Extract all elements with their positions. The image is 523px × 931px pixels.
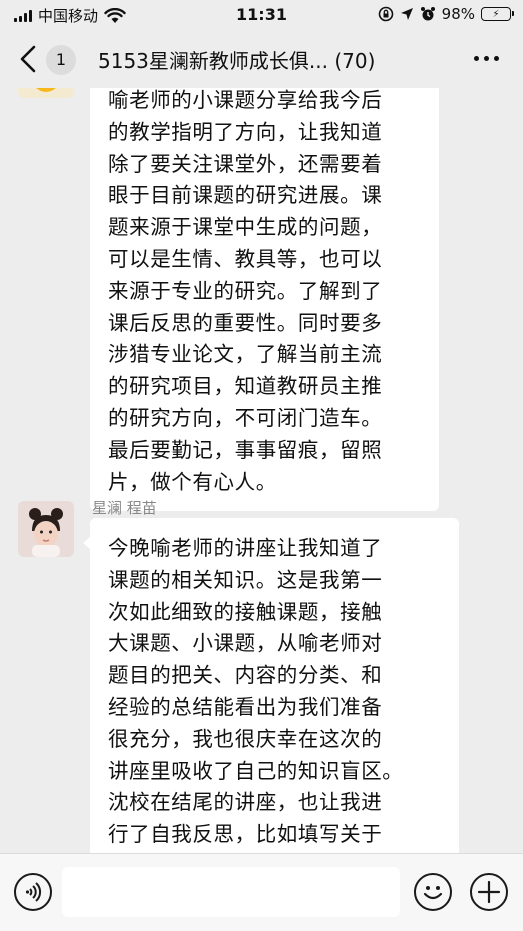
message-text-line: 的教学指明了方向，让我知道 — [108, 119, 383, 144]
message-bubble[interactable]: 喻老师的小课题分享给我今后 的教学指明了方向，让我知道 除了要关注课堂外，还需要着眼… — [90, 88, 439, 512]
message-text-line: 眼于目前课题的研究进展。课 — [108, 183, 383, 208]
message-text-line: 课题的相关知识。这是我第一 — [108, 567, 383, 592]
child-avatar-image — [18, 501, 74, 557]
message-bubble[interactable]: 今晚喻老师的讲座让我知道了 课题的相关知识。这是我第一 次如此细致的接触课题，接触大… — [83, 518, 459, 853]
message-text-line: 片，做个有心人。 — [108, 469, 277, 494]
status-bar: 中国移动 11:31 98% ⚡ — [0, 0, 523, 30]
message-text-line: 最后要勤记，事事留痕，留照 — [108, 437, 383, 462]
orientation-lock-icon — [378, 6, 393, 22]
input-bar — [0, 853, 523, 931]
message-text-line: 喻老师的小课题分享给我今后 — [108, 88, 383, 112]
message-text-line: 题来源于课堂中生成的问题， — [108, 215, 383, 240]
message-text-line: 的研究项目，知道教研员主推 — [108, 374, 383, 399]
message-list[interactable]: 喻老师的小课题分享给我今后 的教学指明了方向，让我知道 除了要关注课堂外，还需要着眼… — [0, 88, 523, 853]
message-text-line: 今晚喻老师的讲座让我知道了 — [108, 536, 383, 560]
battery-percent: 98% — [441, 5, 475, 23]
voice-icon — [25, 882, 42, 902]
back-chevron-icon[interactable] — [16, 44, 42, 74]
unread-count-badge[interactable]: 1 — [46, 45, 76, 75]
chat-header: 1 5153星澜新教师成长俱... (70) — [0, 30, 523, 88]
message-text-line: 讲座里吸收了自己的知识盲区。 — [108, 758, 404, 783]
message-text-line: 除了要关注课堂外，还需要着 — [108, 151, 383, 176]
avatar[interactable] — [18, 88, 74, 98]
more-options-icon[interactable] — [474, 56, 499, 61]
sun-avatar-image — [18, 88, 74, 98]
sender-name: 星澜 程苗 — [92, 499, 157, 517]
more-functions-button[interactable] — [470, 873, 508, 911]
group-name: 5153星澜新教师成长俱... — [98, 49, 328, 73]
member-count: (70) — [334, 49, 376, 73]
message-text-line: 的研究方向，不可闭门造车。 — [108, 405, 383, 430]
emoji-button[interactable] — [414, 873, 452, 911]
status-right: 98% ⚡ — [378, 5, 514, 23]
message-text-line: 次如此细致的接触课题，接触 — [108, 599, 383, 624]
chat-title: 5153星澜新教师成长俱... (70) — [98, 45, 438, 74]
plus-icon — [477, 880, 501, 904]
avatar[interactable] — [18, 501, 74, 557]
message-text-line: 经验的总结能看出为我们准备 — [108, 694, 383, 719]
message-text-line: 行了自我反思，比如填写关于 — [108, 822, 383, 847]
voice-input-button[interactable] — [14, 873, 52, 911]
alarm-icon — [420, 7, 435, 21]
message-text-line: 可以是生情、教具等，也可以 — [108, 246, 383, 271]
battery-icon: ⚡ — [481, 7, 514, 21]
message-text-line: 涉猎专业论文，了解当前主流 — [108, 342, 383, 367]
message-text-line: 很充分，我也很庆幸在这次的 — [108, 726, 383, 751]
location-icon — [400, 8, 413, 20]
message-text-line: 来源于专业的研究。了解到了 — [108, 278, 383, 303]
message-text-line: 题目的把关、内容的分类、和 — [108, 663, 383, 688]
message-text-line: 沈校在结尾的讲座，也让我进 — [108, 790, 383, 815]
message-text-line: 大课题、小课题，从喻老师对 — [108, 631, 383, 656]
message-input[interactable] — [62, 867, 400, 917]
smiley-icon — [423, 886, 443, 900]
message-text-line: 课后反思的重要性。同时要多 — [108, 310, 383, 335]
